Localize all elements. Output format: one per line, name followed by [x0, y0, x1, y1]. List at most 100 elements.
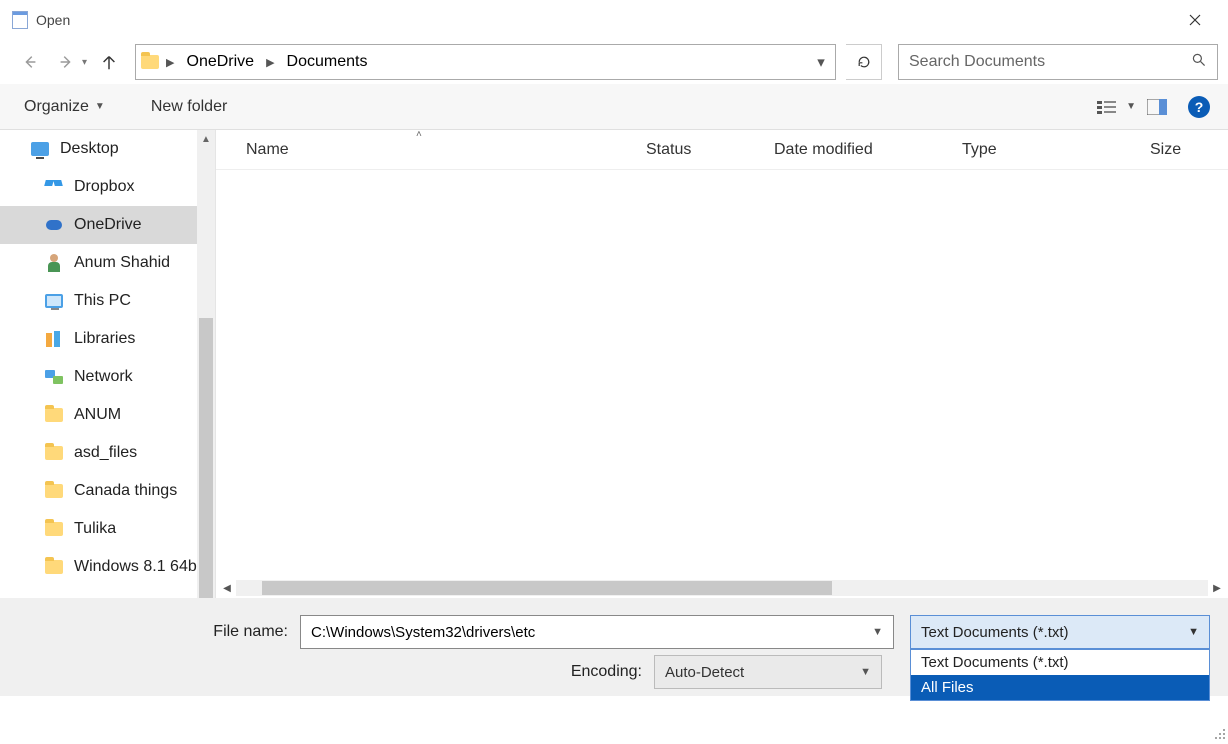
- chevron-down-icon: ▼: [1188, 626, 1199, 638]
- tree-item-label: Canada things: [74, 482, 177, 500]
- folder-icon: [136, 55, 164, 69]
- chevron-down-icon[interactable]: ▼: [872, 626, 883, 638]
- column-headers: Name ˄ Status Date modified Type Size: [216, 130, 1228, 170]
- tree[interactable]: Desktop Dropbox OneDrive Anum Shahid This PC…: [0, 130, 197, 598]
- search-placeholder: Search Documents: [909, 53, 1191, 71]
- recent-locations-button[interactable]: ▾: [82, 57, 87, 68]
- tree-item-network[interactable]: Network: [0, 358, 197, 396]
- chevron-down-icon: ▼: [95, 101, 105, 112]
- tree-item-tulika[interactable]: Tulika: [0, 510, 197, 548]
- breadcrumb-separator: ▶: [264, 56, 276, 69]
- column-date[interactable]: Date modified: [774, 141, 962, 159]
- window-title: Open: [36, 12, 1172, 28]
- bottom-panel: File name: C:\Windows\System32\drivers\e…: [0, 598, 1228, 696]
- tree-scrollbar[interactable]: ▲ ▼: [197, 130, 215, 598]
- column-status[interactable]: Status: [646, 141, 774, 159]
- filename-row: File name: C:\Windows\System32\drivers\e…: [18, 612, 1210, 652]
- tree-item-anum[interactable]: ANUM: [0, 396, 197, 434]
- filename-value: C:\Windows\System32\drivers\etc: [311, 624, 872, 641]
- new-folder-label: New folder: [151, 98, 227, 116]
- tree-item-canada-things[interactable]: Canada things: [0, 472, 197, 510]
- search-icon: [1191, 52, 1207, 72]
- tree-item-label: ANUM: [74, 406, 121, 424]
- thispc-icon: [44, 291, 64, 311]
- address-dropdown[interactable]: ▾: [807, 53, 835, 71]
- folder-icon: [44, 443, 64, 463]
- forward-button[interactable]: [50, 46, 82, 78]
- filetype-option[interactable]: All Files: [911, 675, 1209, 700]
- navigation-pane: Desktop Dropbox OneDrive Anum Shahid This PC…: [0, 130, 216, 598]
- filetype-options-list[interactable]: Text Documents (*.txt)All Files: [910, 649, 1210, 701]
- folder-icon: [44, 519, 64, 539]
- tree-item-label: Windows 8.1 64b: [74, 558, 197, 576]
- column-name[interactable]: Name ˄: [246, 141, 646, 159]
- resize-grip-icon[interactable]: [1212, 726, 1226, 740]
- encoding-value: Auto-Detect: [665, 664, 860, 681]
- notepad-icon: [10, 10, 30, 30]
- filename-input[interactable]: C:\Windows\System32\drivers\etc ▼: [300, 615, 894, 649]
- tree-item-asd-files[interactable]: asd_files: [0, 434, 197, 472]
- hscroll-track[interactable]: [236, 580, 1208, 596]
- chevron-down-icon[interactable]: ▼: [1126, 101, 1136, 112]
- tree-item-label: Libraries: [74, 330, 135, 348]
- hscroll-thumb[interactable]: [262, 581, 832, 595]
- view-options-button[interactable]: [1090, 92, 1124, 122]
- libraries-icon: [44, 329, 64, 349]
- tree-item-windows-8-1-64b[interactable]: Windows 8.1 64b: [0, 548, 197, 586]
- refresh-button[interactable]: [846, 44, 882, 80]
- tree-item-label: Desktop: [60, 140, 119, 158]
- filetype-dropdown[interactable]: Text Documents (*.txt) ▼ Text Documents …: [910, 615, 1210, 649]
- dropbox-icon: [44, 177, 64, 197]
- scroll-track[interactable]: [197, 148, 215, 580]
- tree-item-label: asd_files: [74, 444, 137, 462]
- organize-label: Organize: [24, 98, 89, 116]
- back-button[interactable]: [14, 46, 46, 78]
- breadcrumb-onedrive[interactable]: OneDrive: [177, 45, 265, 79]
- column-size[interactable]: Size: [1150, 141, 1228, 159]
- breadcrumb-documents[interactable]: Documents: [277, 45, 378, 79]
- toolbar: Organize ▼ New folder ▼ ?: [0, 84, 1228, 130]
- tree-item-label: Anum Shahid: [74, 254, 170, 272]
- new-folder-button[interactable]: New folder: [145, 94, 233, 120]
- horizontal-scrollbar[interactable]: ◀ ▶: [216, 578, 1228, 598]
- organize-button[interactable]: Organize ▼: [18, 94, 111, 120]
- tree-item-libraries[interactable]: Libraries: [0, 320, 197, 358]
- tree-item-desktop[interactable]: Desktop: [0, 130, 197, 168]
- up-button[interactable]: [93, 46, 125, 78]
- filetype-selected: Text Documents (*.txt): [921, 624, 1188, 641]
- tree-item-label: Dropbox: [74, 178, 134, 196]
- folder-icon: [44, 557, 64, 577]
- tree-item-label: Network: [74, 368, 133, 386]
- main-area: Desktop Dropbox OneDrive Anum Shahid This PC…: [0, 130, 1228, 598]
- address-bar[interactable]: ▶ OneDrive ▶ Documents ▾: [135, 44, 836, 80]
- file-list-view: Name ˄ Status Date modified Type Size ◀ …: [216, 130, 1228, 598]
- filename-label: File name:: [18, 623, 288, 641]
- scroll-right-icon[interactable]: ▶: [1208, 583, 1226, 594]
- onedrive-icon: [44, 215, 64, 235]
- scroll-thumb[interactable]: [199, 318, 213, 598]
- tree-item-label: Tulika: [74, 520, 116, 538]
- tree-item-label: This PC: [74, 292, 131, 310]
- help-button[interactable]: ?: [1188, 96, 1210, 118]
- encoding-label: Encoding:: [18, 663, 642, 681]
- nav-row: ▾ ▶ OneDrive ▶ Documents ▾ Search Docume…: [0, 40, 1228, 84]
- encoding-dropdown[interactable]: Auto-Detect ▼: [654, 655, 882, 689]
- network-icon: [44, 367, 64, 387]
- chevron-down-icon: ▼: [860, 666, 871, 678]
- search-input[interactable]: Search Documents: [898, 44, 1218, 80]
- scroll-left-icon[interactable]: ◀: [218, 583, 236, 594]
- tree-item-anum-shahid[interactable]: Anum Shahid: [0, 244, 197, 282]
- preview-pane-button[interactable]: [1140, 92, 1174, 122]
- filetype-option[interactable]: Text Documents (*.txt): [911, 650, 1209, 675]
- scroll-up-icon[interactable]: ▲: [197, 130, 215, 148]
- file-list-body[interactable]: [216, 170, 1228, 578]
- tree-item-dropbox[interactable]: Dropbox: [0, 168, 197, 206]
- tree-item-onedrive[interactable]: OneDrive: [0, 206, 197, 244]
- close-button[interactable]: [1172, 5, 1218, 35]
- desktop-icon: [30, 139, 50, 159]
- column-type[interactable]: Type: [962, 141, 1150, 159]
- breadcrumb-separator: ▶: [164, 56, 176, 69]
- tree-item-this-pc[interactable]: This PC: [0, 282, 197, 320]
- folder-icon: [44, 405, 64, 425]
- sort-indicator-icon: ˄: [416, 129, 422, 140]
